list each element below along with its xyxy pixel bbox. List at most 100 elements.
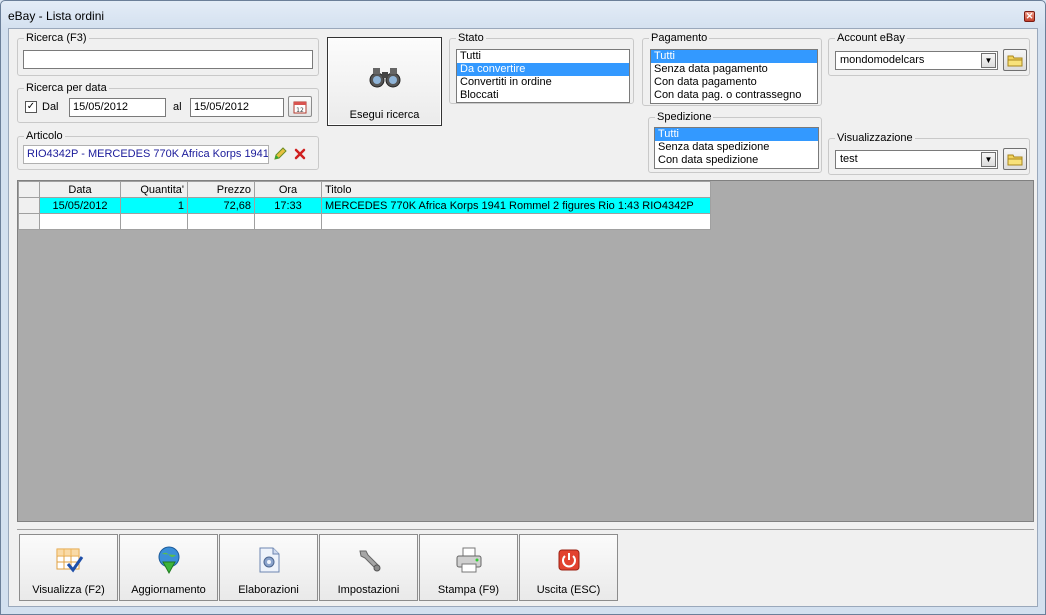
grid-check-icon [56,548,83,573]
al-label: al [173,101,182,113]
articolo-group: Articolo RIO4342P - MERCEDES 770K Africa… [17,129,319,170]
calendar-icon: 12 [293,101,307,114]
articolo-label: Articolo [24,129,65,143]
pagamento-listbox[interactable]: Tutti Senza data pagamento Con data paga… [650,49,818,104]
pagamento-item-con-data[interactable]: Con data pagamento [651,76,817,89]
orders-table: Data Quantita' Prezzo Ora Titolo 15/05/2… [18,181,711,230]
delete-x-icon[interactable] [294,148,306,160]
calendar-button[interactable]: 12 [288,96,312,117]
cell-titolo[interactable]: MERCEDES 770K Africa Korps 1941 Rommel 2… [321,197,711,214]
pagamento-item-senza-data[interactable]: Senza data pagamento [651,63,817,76]
row-header[interactable] [18,197,40,214]
spedizione-item-senza-data[interactable]: Senza data spedizione [655,141,818,154]
cell-empty[interactable] [321,213,711,230]
stato-label: Stato [456,31,486,45]
aggiornamento-button[interactable]: Aggiornamento [119,534,218,601]
dal-date-input[interactable]: 15/05/2012 [69,98,166,117]
esegui-ricerca-label: Esegui ricerca [349,109,420,121]
spedizione-item-tutti[interactable]: Tutti [655,128,818,141]
col-quantita[interactable]: Quantita' [120,181,188,198]
table-row-empty[interactable] [18,213,711,230]
row-header[interactable] [18,213,40,230]
pagamento-item-tutti[interactable]: Tutti [651,50,817,63]
esegui-ricerca-button[interactable]: Esegui ricerca [327,37,442,126]
col-ora[interactable]: Ora [254,181,322,198]
main-window: eBay - Lista ordini ✕ Ricerca (F3) Ricer… [0,0,1046,615]
ricerca-label: Ricerca (F3) [24,31,89,45]
svg-text:12: 12 [296,107,304,114]
stato-item-da-convertire[interactable]: Da convertire [457,63,629,76]
col-titolo[interactable]: Titolo [321,181,711,198]
grid-header-row: Data Quantita' Prezzo Ora Titolo [18,181,711,198]
visualizza-button[interactable]: Visualizza (F2) [19,534,118,601]
spedizione-listbox[interactable]: Tutti Senza data spedizione Con data spe… [654,127,819,169]
cell-data[interactable]: 15/05/2012 [39,197,121,214]
account-value: mondomodelcars [840,54,925,66]
spedizione-item-con-data[interactable]: Con data spedizione [655,154,818,167]
wrench-icon [358,550,380,572]
ricerca-data-group: Ricerca per data ✓ Dal 15/05/2012 al 15/… [17,81,319,123]
cell-prezzo[interactable]: 72,68 [187,197,255,214]
orders-grid[interactable]: Data Quantita' Prezzo Ora Titolo 15/05/2… [17,180,1034,522]
stampa-button[interactable]: Stampa (F9) [419,534,518,601]
pagamento-group: Pagamento Tutti Senza data pagamento Con… [642,31,822,106]
visualizza-label: Visualizza (F2) [32,584,105,596]
ricerca-data-label: Ricerca per data [24,81,109,95]
bottom-toolbar: Visualizza (F2) Aggiornamento Elaborazio… [17,529,1034,602]
articolo-field[interactable]: RIO4342P - MERCEDES 770K Africa Korps 19… [23,145,269,164]
pagamento-item-contrassegno[interactable]: Con data pag. o contrassegno [651,89,817,102]
globe-download-icon [158,546,179,575]
chevron-down-icon[interactable]: ▼ [981,53,996,68]
dal-checkbox[interactable]: ✓ [25,101,37,113]
cell-quantita[interactable]: 1 [120,197,188,214]
window-title: eBay - Lista ordini [8,9,105,23]
elaborazioni-button[interactable]: Elaborazioni [219,534,318,601]
cell-empty[interactable] [120,213,188,230]
stato-listbox[interactable]: Tutti Da convertire Convertiti in ordine… [456,49,630,103]
ricerca-input[interactable] [23,50,313,69]
stato-item-tutti[interactable]: Tutti [457,50,629,63]
title-bar[interactable]: eBay - Lista ordini ✕ [1,1,1045,29]
aggiornamento-label: Aggiornamento [131,584,206,596]
binoculars-icon [369,68,401,88]
al-date-input[interactable]: 15/05/2012 [190,98,284,117]
cell-empty[interactable] [254,213,322,230]
visualizzazione-label: Visualizzazione [835,131,915,145]
document-gear-icon [259,547,279,573]
visualizzazione-folder-button[interactable] [1003,148,1027,170]
elaborazioni-label: Elaborazioni [238,584,299,596]
table-row[interactable]: 15/05/2012 1 72,68 17:33 MERCEDES 770K A… [18,197,711,214]
folder-icon [1007,154,1023,166]
stato-item-bloccati[interactable]: Bloccati [457,89,629,102]
printer-icon [456,547,481,573]
impostazioni-label: Impostazioni [337,584,400,596]
edit-pencil-icon[interactable] [273,147,287,161]
cell-ora[interactable]: 17:33 [254,197,322,214]
uscita-button[interactable]: Uscita (ESC) [519,534,618,601]
account-combo[interactable]: mondomodelcars ▼ [835,51,998,70]
stato-group: Stato Tutti Da convertire Convertiti in … [449,31,634,104]
col-data[interactable]: Data [39,181,121,198]
chevron-down-icon[interactable]: ▼ [981,152,996,167]
ricerca-group: Ricerca (F3) [17,31,319,76]
account-folder-button[interactable] [1003,49,1027,71]
uscita-label: Uscita (ESC) [536,584,601,596]
row-header-corner [18,181,40,198]
pagamento-label: Pagamento [649,31,710,45]
close-icon[interactable]: ✕ [1024,11,1035,22]
power-icon [558,549,579,571]
col-prezzo[interactable]: Prezzo [187,181,255,198]
stampa-label: Stampa (F9) [437,584,500,596]
folder-icon [1007,55,1023,67]
spedizione-label: Spedizione [655,110,714,124]
cell-empty[interactable] [187,213,255,230]
account-group: Account eBay mondomodelcars ▼ [828,31,1030,76]
visualizzazione-combo[interactable]: test ▼ [835,150,998,169]
cell-empty[interactable] [39,213,121,230]
dal-label: Dal [42,101,59,113]
visualizzazione-value: test [840,153,858,165]
impostazioni-button[interactable]: Impostazioni [319,534,418,601]
client-area: Ricerca (F3) Ricerca per data ✓ Dal 15/0… [8,28,1038,607]
spedizione-group: Spedizione Tutti Senza data spedizione C… [648,110,822,173]
stato-item-convertiti[interactable]: Convertiti in ordine [457,76,629,89]
